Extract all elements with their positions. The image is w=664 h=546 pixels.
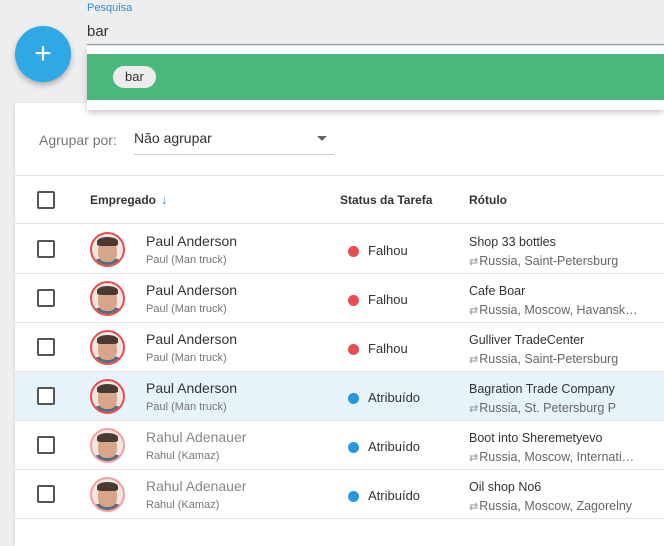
caret-down-icon <box>317 136 327 141</box>
status-dot <box>348 442 359 453</box>
repeat-icon: ⇄ <box>469 501 479 513</box>
repeat-icon: ⇄ <box>469 354 479 366</box>
label-address: Russia, St. Petersburg P <box>479 401 617 415</box>
label-title: Bagration Trade Company <box>469 382 615 396</box>
employee-vehicle: Rahul (Kamaz) <box>146 450 220 462</box>
avatar <box>90 232 125 267</box>
status-text: Atribuído <box>368 439 421 454</box>
row-checkbox[interactable] <box>37 289 55 307</box>
plus-icon: + <box>34 37 52 70</box>
repeat-icon: ⇄ <box>469 452 479 464</box>
row-checkbox[interactable] <box>37 387 55 405</box>
status-text: Atribuído <box>368 488 421 503</box>
avatar <box>90 379 125 414</box>
avatar <box>90 330 125 365</box>
row-checkbox[interactable] <box>37 485 55 503</box>
select-all-checkbox[interactable] <box>37 191 55 209</box>
repeat-icon: ⇄ <box>469 403 479 415</box>
label-title: Shop 33 bottles <box>469 235 556 249</box>
employee-vehicle: Paul (Man truck) <box>146 352 227 364</box>
status-dot <box>348 344 359 355</box>
table-row[interactable]: Paul Anderson Paul (Man truck) Falhou Gulli… <box>15 323 664 372</box>
label-title: Oil shop No6 <box>469 480 542 494</box>
label-title: Gulliver TradeCenter <box>469 333 585 347</box>
employee-name[interactable]: Paul Anderson <box>146 233 237 249</box>
column-label[interactable]: Rótulo <box>469 193 507 207</box>
row-checkbox[interactable] <box>37 338 55 356</box>
label-address: Russia, Moscow, Havanskaya <box>479 303 641 317</box>
row-checkbox[interactable] <box>37 240 55 258</box>
arrow-down-icon[interactable]: ↓ <box>161 192 168 207</box>
status-dot <box>348 246 359 257</box>
label-title: Boot into Sheremetyevo <box>469 431 603 445</box>
table-header: Empregado ↓ Status da Tarefa Rótulo <box>15 176 664 224</box>
status-text: Falhou <box>368 292 408 307</box>
label-address: Russia, Moscow, International <box>479 450 641 464</box>
label-address: Russia, Saint-Petersburg <box>479 254 619 268</box>
add-button[interactable]: + <box>15 26 71 82</box>
group-by-value: Não agrupar <box>134 130 212 146</box>
table-row[interactable]: Rahul Adenauer Rahul (Kamaz) Atribuído Boot… <box>15 421 664 470</box>
table-row[interactable]: Paul Anderson Paul (Man truck) Falhou Cafe … <box>15 274 664 323</box>
repeat-icon: ⇄ <box>469 256 479 268</box>
employee-vehicle: Paul (Man truck) <box>146 303 227 315</box>
status-text: Atribuído <box>368 390 421 405</box>
suggestion-item[interactable]: bar <box>87 54 664 100</box>
row-checkbox[interactable] <box>37 436 55 454</box>
avatar <box>90 428 125 463</box>
column-status[interactable]: Status da Tarefa <box>340 193 432 207</box>
employee-vehicle: Paul (Man truck) <box>146 254 227 266</box>
table-row[interactable]: Paul Anderson Paul (Man truck) Falhou Shop … <box>15 225 664 274</box>
table-row[interactable]: Paul Anderson Paul (Man truck) Atribuído Ba… <box>15 372 664 421</box>
employee-name[interactable]: Rahul Adenauer <box>146 429 246 445</box>
search-underline <box>87 44 664 45</box>
label-address: Russia, Saint-Petersburg <box>479 352 619 366</box>
search-input[interactable] <box>87 18 664 44</box>
avatar <box>90 281 125 316</box>
repeat-icon: ⇄ <box>469 305 479 317</box>
employee-vehicle: Rahul (Kamaz) <box>146 499 220 511</box>
status-text: Falhou <box>368 243 408 258</box>
status-dot <box>348 491 359 502</box>
employee-name[interactable]: Rahul Adenauer <box>146 478 246 494</box>
search-suggestions: bar <box>87 46 664 110</box>
column-employee[interactable]: Empregado <box>90 193 156 207</box>
status-text: Falhou <box>368 341 408 356</box>
tasks-card: Agrupar por: Não agrupar Empregado ↓ Sta… <box>15 103 664 546</box>
table-row[interactable]: Rahul Adenauer Rahul (Kamaz) Atribuído Oil … <box>15 470 664 519</box>
group-by-label: Agrupar por: <box>39 132 117 148</box>
avatar <box>90 477 125 512</box>
employee-name[interactable]: Paul Anderson <box>146 380 237 396</box>
suggestion-chip[interactable]: bar <box>113 66 156 88</box>
employee-name[interactable]: Paul Anderson <box>146 331 237 347</box>
group-by-select[interactable]: Não agrupar <box>134 120 334 155</box>
search-label: Pesquisa <box>87 2 133 14</box>
employee-name[interactable]: Paul Anderson <box>146 282 237 298</box>
status-dot <box>348 295 359 306</box>
status-dot <box>348 393 359 404</box>
label-title: Cafe Boar <box>469 284 526 298</box>
label-address: Russia, Moscow, Zagorelny <box>479 499 633 513</box>
employee-vehicle: Paul (Man truck) <box>146 401 227 413</box>
